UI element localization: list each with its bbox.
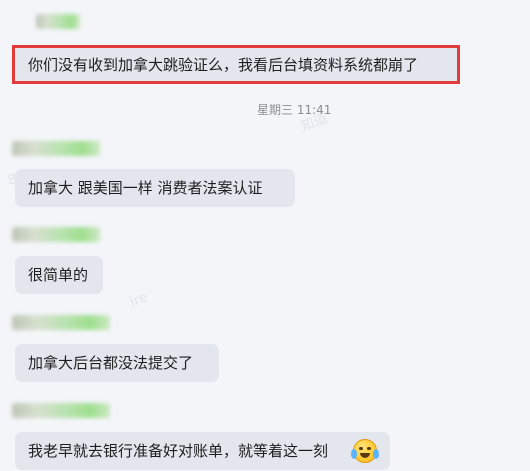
sender-name-redacted (12, 141, 100, 156)
emoji-tear (373, 449, 379, 459)
message-text: 很简单的 (28, 266, 89, 284)
message-bubble[interactable]: 加拿大 跟美国一样 消费者法案认证 (15, 169, 295, 207)
crying-laughing-face-icon (351, 439, 379, 463)
message-text: 加拿大 跟美国一样 消费者法案认证 (28, 179, 263, 197)
message-text: 我老早就去银行准备好对账单，就等着这一刻 (28, 442, 329, 460)
emoji-mouth (360, 453, 370, 458)
emoji-tear (351, 449, 357, 459)
message-bubble[interactable]: 我老早就去银行准备好对账单，就等着这一刻 (15, 432, 390, 470)
message-bubble[interactable]: 加拿大后台都没法提交了 (15, 344, 219, 382)
highlight-box (12, 45, 460, 84)
timestamp: 星期三 11:41 (257, 103, 332, 117)
sender-name-redacted (12, 315, 110, 330)
emoji-eye (367, 447, 371, 450)
message-bubble[interactable]: 很简单的 (15, 256, 103, 294)
sender-name-redacted (36, 14, 80, 29)
watermark-text: ire (127, 289, 151, 311)
sender-name-redacted (12, 227, 100, 242)
message-text: 加拿大后台都没法提交了 (28, 354, 194, 372)
emoji-eye (359, 447, 363, 450)
sender-name-redacted (12, 403, 110, 418)
